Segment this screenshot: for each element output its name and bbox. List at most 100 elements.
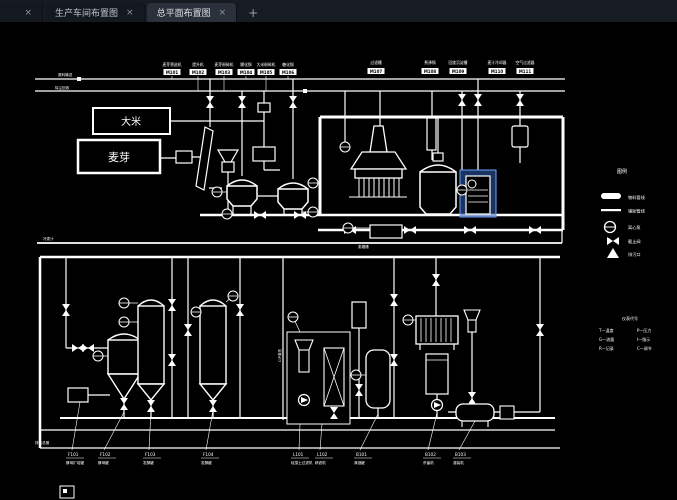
fermenter-2 xyxy=(200,300,226,400)
tab-workshop-layout[interactable]: 生产车间布置图 × xyxy=(45,3,145,22)
svg-text:麦芽粉碎机: 麦芽粉碎机 xyxy=(215,62,234,67)
cad-window: × 生产车间布置图 × 总平面布置图 × + xyxy=(0,0,677,500)
air-filter xyxy=(512,126,528,147)
svg-text:M108: M108 xyxy=(424,69,437,74)
instrument-table-title: 仪表代号 xyxy=(622,315,638,321)
mash-kettle-1 xyxy=(227,180,257,206)
svg-text:杀菌机: 杀菌机 xyxy=(423,460,434,465)
svg-text:F102: F102 xyxy=(100,452,111,457)
feed-line-labels: 原料输送 除尘回收 xyxy=(55,72,73,90)
pid-drawing: 大米 麦芽 原料输送 除尘回收 麦芽筛选机 提升机 麦芽粉碎机 糊化锅 大米粉碎… xyxy=(0,22,677,500)
symbol-legend: 图例 物料管线 辅助管线 离心泵 截止阀 排污口 xyxy=(601,168,646,258)
svg-text:物料管线: 物料管线 xyxy=(628,194,646,201)
thin-pipe-symbol xyxy=(601,209,621,211)
svg-text:糖化锅: 糖化锅 xyxy=(282,62,294,67)
wort-kettle xyxy=(349,126,407,197)
filler-funnel xyxy=(464,310,480,332)
svg-text:排污总管: 排污总管 xyxy=(35,440,50,445)
brewhouse-equipment-labels: 过滤槽 煮沸锅 回旋沉淀槽 麦汁冷却器 空气过滤器 M107 M108 M109… xyxy=(368,60,535,74)
new-tab-button[interactable]: + xyxy=(239,3,267,22)
spent-grain-tank xyxy=(370,225,402,238)
thick-pipe-symbol xyxy=(601,193,621,199)
malt-feeder xyxy=(176,151,192,163)
svg-text:精滤机: 精滤机 xyxy=(315,460,326,465)
svg-text:M101: M101 xyxy=(166,70,179,75)
svg-text:L102: L102 xyxy=(317,452,328,457)
svg-text:除尘回收: 除尘回收 xyxy=(55,85,70,90)
svg-text:M103: M103 xyxy=(218,70,231,75)
yeast-tank xyxy=(108,334,140,399)
mill-hopper xyxy=(218,150,238,172)
svg-text:过滤槽: 过滤槽 xyxy=(370,60,382,65)
top-equipment-labels: 麦芽筛选机 提升机 麦芽粉碎机 糊化锅 大米粉碎机 糖化锅 M101 M102 … xyxy=(163,62,297,91)
tab-partial[interactable]: × xyxy=(0,3,43,22)
close-icon[interactable]: × xyxy=(24,8,32,18)
svg-text:提升机: 提升机 xyxy=(192,62,204,67)
valve-symbol xyxy=(607,237,619,245)
bucket-elevator xyxy=(196,127,213,190)
title-block-box xyxy=(60,486,74,498)
svg-text:M109: M109 xyxy=(452,69,465,74)
svg-text:M104: M104 xyxy=(240,70,253,75)
svg-text:回旋沉淀槽: 回旋沉淀槽 xyxy=(449,60,468,65)
equipment xyxy=(60,103,528,498)
svg-text:B102: B102 xyxy=(425,452,436,457)
tab-bar: × 生产车间布置图 × 总平面布置图 × + xyxy=(0,0,677,23)
close-icon[interactable]: × xyxy=(126,8,134,18)
svg-text:冷麦汁: 冷麦汁 xyxy=(43,236,54,241)
svg-text:截止阀: 截止阀 xyxy=(628,238,641,245)
aux-box xyxy=(500,406,514,419)
svg-text:M105: M105 xyxy=(260,70,273,75)
bottom-equipment-labels: F101 酵母扩培罐 F102 酵母罐 F103 发酵罐 F104 发酵罐 L1… xyxy=(66,402,475,465)
buffer-tank xyxy=(352,302,366,328)
svg-text:大米粉碎机: 大米粉碎机 xyxy=(257,62,276,67)
svg-text:发酵罐: 发酵罐 xyxy=(201,460,212,465)
svg-text:酵母罐: 酵母罐 xyxy=(98,460,109,465)
svg-text:L101: L101 xyxy=(293,452,304,457)
svg-text:G—流量: G—流量 xyxy=(599,336,614,342)
drawing-canvas[interactable]: 大米 麦芽 原料输送 除尘回收 麦芽筛选机 提升机 麦芽粉碎机 糊化锅 大米粉碎… xyxy=(0,22,677,500)
svg-text:M107: M107 xyxy=(370,69,383,74)
svg-text:T—温度: T—温度 xyxy=(598,327,613,333)
svg-text:B103: B103 xyxy=(455,452,466,457)
dosing-vessel xyxy=(426,354,448,394)
svg-text:发酵罐: 发酵罐 xyxy=(143,460,154,465)
svg-text:煮沸锅: 煮沸锅 xyxy=(424,60,436,65)
pasteurizer xyxy=(416,316,458,350)
svg-text:I—指示: I—指示 xyxy=(637,336,650,342)
svg-text:排污口: 排污口 xyxy=(628,251,641,258)
svg-text:硅藻土过滤机: 硅藻土过滤机 xyxy=(291,460,313,465)
svg-text:空气过滤器: 空气过滤器 xyxy=(516,60,535,65)
malt-label: 麦芽 xyxy=(108,150,130,164)
svg-text:辅助管线: 辅助管线 xyxy=(628,208,646,215)
drain-symbol xyxy=(607,248,619,258)
dust-box xyxy=(258,103,270,112)
instrument-code-table: 仪表代号 T—温度 G—流量 R—记录 P—压力 I—指示 C—调节 xyxy=(598,315,652,351)
svg-text:酵母扩培罐: 酵母扩培罐 xyxy=(66,460,84,465)
tab-site-plan[interactable]: 总平面布置图 × xyxy=(147,3,238,22)
svg-text:M111: M111 xyxy=(519,69,532,74)
yeast-pump-box xyxy=(68,388,88,402)
svg-text:原料输送: 原料输送 xyxy=(58,72,73,77)
svg-text:M102: M102 xyxy=(192,70,205,75)
svg-text:F104: F104 xyxy=(203,452,214,457)
rice-label: 大米 xyxy=(121,115,141,128)
mash-kettle-2 xyxy=(278,183,308,209)
svg-text:麦芽筛选机: 麦芽筛选机 xyxy=(163,62,182,67)
svg-text:R—记录: R—记录 xyxy=(599,345,614,351)
svg-text:麦汁冷却器: 麦汁冷却器 xyxy=(488,60,507,65)
svg-text:C—调节: C—调节 xyxy=(637,345,652,351)
horizontal-tank xyxy=(456,404,494,427)
bright-beer-tank xyxy=(366,350,390,408)
svg-text:B101: B101 xyxy=(356,452,367,457)
filter-skid xyxy=(287,332,350,424)
svg-text:P—压力: P—压力 xyxy=(637,327,651,333)
close-icon[interactable]: × xyxy=(219,8,227,18)
co2-column xyxy=(427,118,436,150)
svg-text:M106: M106 xyxy=(282,70,295,75)
whirlpool xyxy=(420,153,456,214)
tab-label: 总平面布置图 xyxy=(157,6,211,19)
tab-label: 生产车间布置图 xyxy=(55,6,118,19)
legend-title: 图例 xyxy=(617,168,627,175)
svg-text:CIP清洗: CIP清洗 xyxy=(277,349,282,362)
